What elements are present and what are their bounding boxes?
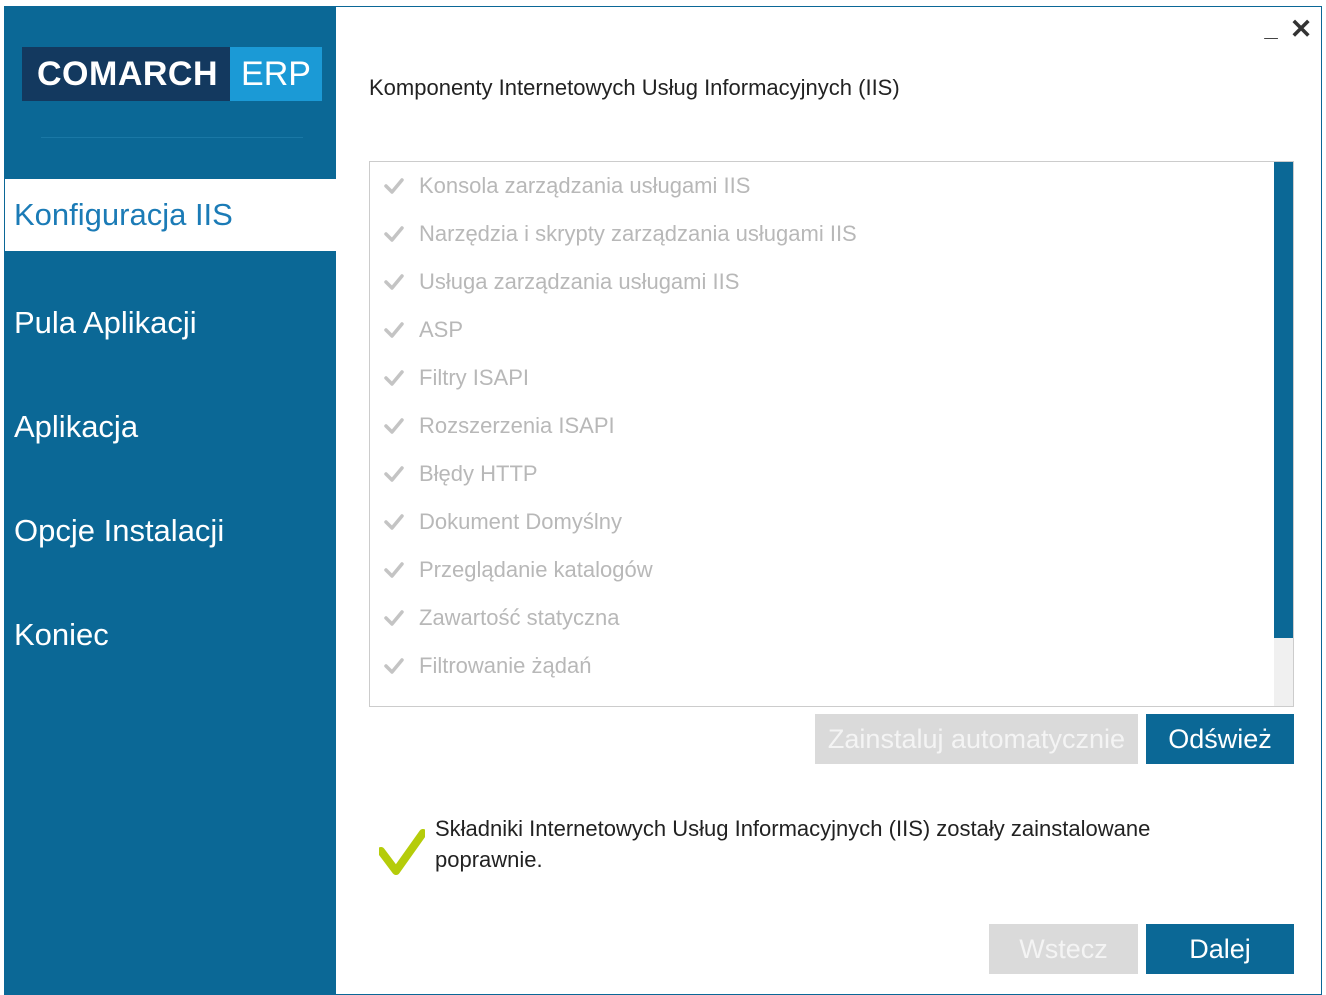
scrollbar-thumb[interactable] (1274, 162, 1293, 638)
check-icon (384, 466, 404, 482)
list-item-label: ASP (419, 317, 464, 342)
sidebar-item-aplikacja[interactable]: Aplikacja (5, 391, 336, 463)
logo-comarch: COMARCH (22, 47, 231, 101)
check-icon (384, 658, 404, 674)
list-item: ASP (370, 306, 1273, 354)
sidebar-item-opcje-instalacji[interactable]: Opcje Instalacji (5, 495, 336, 567)
check-icon (384, 514, 404, 530)
list-item-label: Przeglądanie katalogów (419, 557, 653, 582)
components-list-items: Konsola zarządzania usługami IIS Narzędzi… (370, 162, 1273, 690)
installer-window: COMARCH ERP Konfiguracja IIS Pula Aplika… (4, 6, 1322, 995)
list-item-label: Usługa zarządzania usługami IIS (419, 269, 740, 294)
check-icon (384, 322, 404, 338)
list-item-label: Dokument Domyślny (419, 509, 622, 534)
minimize-button[interactable]: _ (1259, 17, 1283, 41)
check-icon (384, 274, 404, 290)
list-item: Filtry ISAPI (370, 354, 1273, 402)
success-check-icon (379, 829, 425, 875)
list-item-label: Błędy HTTP (419, 461, 538, 486)
list-item-label: Rozszerzenia ISAPI (419, 413, 615, 438)
list-item-label: Filtry ISAPI (419, 365, 530, 390)
sidebar-item-konfiguracja-iis[interactable]: Konfiguracja IIS (5, 179, 336, 251)
list-scrollbar[interactable] (1274, 162, 1293, 706)
sidebar: COMARCH ERP Konfiguracja IIS Pula Aplika… (5, 7, 336, 994)
list-item: Konsola zarządzania usługami IIS (370, 162, 1273, 210)
list-item: Przeglądanie katalogów (370, 546, 1273, 594)
check-icon (384, 562, 404, 578)
check-icon (384, 418, 404, 434)
list-item-label: Filtrowanie żądań (419, 653, 592, 678)
status-text: Składniki Internetowych Usług Informacyj… (435, 816, 1151, 872)
status-message: Składniki Internetowych Usług Informacyj… (379, 813, 1150, 877)
refresh-button[interactable]: Odśwież (1146, 714, 1294, 764)
list-item: Błędy HTTP (370, 450, 1273, 498)
close-button[interactable]: ✕ (1289, 16, 1313, 43)
install-automatically-button[interactable]: Zainstaluj automatycznie (815, 714, 1138, 764)
check-icon (384, 178, 404, 194)
list-item: Rozszerzenia ISAPI (370, 402, 1273, 450)
list-item-label: Zawartość statyczna (419, 605, 620, 630)
list-item: Narzędzia i skrypty zarządzania usługami… (370, 210, 1273, 258)
check-icon (384, 226, 404, 242)
list-item-label: Narzędzia i skrypty zarządzania usługami… (419, 221, 857, 246)
list-item: Zawartość statyczna (370, 594, 1273, 642)
page-title: Komponenty Internetowych Usług Informacy… (369, 75, 900, 100)
logo-erp: ERP (230, 47, 322, 101)
sidebar-item-pula-aplikacji[interactable]: Pula Aplikacji (5, 287, 336, 359)
check-icon (384, 610, 404, 626)
list-item-label: Konsola zarządzania usługami IIS (419, 173, 751, 198)
back-button[interactable]: Wstecz (989, 924, 1138, 974)
list-item: Dokument Domyślny (370, 498, 1273, 546)
logo-divider (41, 137, 303, 138)
check-icon (384, 370, 404, 386)
comarch-erp-logo: COMARCH ERP (22, 47, 322, 101)
list-item: Usługa zarządzania usługami IIS (370, 258, 1273, 306)
sidebar-item-koniec[interactable]: Koniec (5, 599, 336, 671)
list-item: Filtrowanie żądań (370, 642, 1273, 690)
next-button[interactable]: Dalej (1146, 924, 1294, 974)
components-list[interactable]: Konsola zarządzania usługami IIS Narzędzi… (369, 161, 1294, 707)
